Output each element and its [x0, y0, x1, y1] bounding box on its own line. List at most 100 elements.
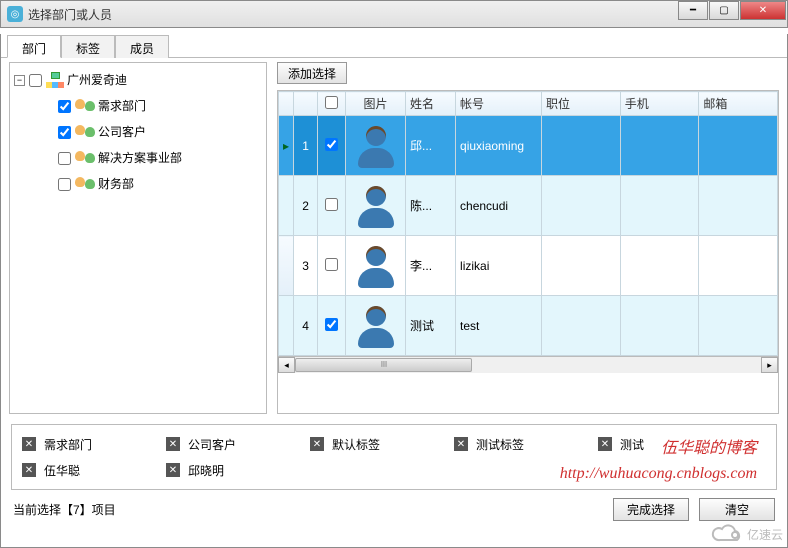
- tab-member[interactable]: 成员: [115, 35, 169, 58]
- tree-panel: − 广州爱奇迪 需求部门 公司客户: [9, 62, 267, 414]
- tag-chip: ✕ 邱晓明: [166, 457, 310, 483]
- scroll-right-icon[interactable]: ▸: [761, 357, 778, 373]
- row-checkbox[interactable]: [325, 198, 338, 211]
- tree-check[interactable]: [58, 152, 71, 165]
- cell-email: [699, 296, 778, 356]
- scroll-track[interactable]: [295, 357, 761, 373]
- close-button[interactable]: ✕: [740, 1, 786, 20]
- tree-item[interactable]: 公司客户: [14, 119, 262, 145]
- tag-chip: ✕默认标签: [310, 431, 454, 457]
- tag-label: 测试标签: [476, 436, 524, 453]
- selection-status: 当前选择【7】项目: [13, 501, 603, 518]
- tag-chip: ✕ 公司客户: [166, 431, 310, 457]
- col-name[interactable]: 姓名: [406, 92, 456, 116]
- tree-root-check[interactable]: [29, 74, 42, 87]
- cell-position: [542, 296, 621, 356]
- people-icon: [75, 149, 95, 167]
- avatar-icon: [356, 244, 396, 288]
- tag-chip: ✕测试: [598, 431, 742, 457]
- cell-name: 李...: [406, 236, 456, 296]
- table-row[interactable]: 3 李... lizikai: [279, 236, 778, 296]
- scroll-thumb[interactable]: [295, 358, 472, 372]
- handle-header: [279, 92, 294, 116]
- member-grid: 图片 姓名 帐号 职位 手机 邮箱 1: [277, 90, 779, 414]
- tag-label: 邱晓明: [188, 462, 224, 479]
- selected-tags-panel: ✕需求部门 ✕公司客户 ✕默认标签 ✕测试标签 ✕测试 ✕伍华聪 ✕邱晓明: [11, 424, 777, 490]
- window-content: 部门 标签 成员 − 广州爱奇迪 需求部门: [0, 34, 788, 548]
- table-row[interactable]: 1 邱... qiuxiaoming: [279, 116, 778, 176]
- col-image[interactable]: 图片: [346, 92, 406, 116]
- row-checkbox[interactable]: [325, 138, 338, 151]
- tree-item-label: 公司客户: [98, 120, 146, 144]
- row-number: 1: [294, 116, 318, 176]
- cell-email: [699, 236, 778, 296]
- tree-item-label: 解决方案事业部: [98, 146, 182, 170]
- tab-tag[interactable]: 标签: [61, 35, 115, 58]
- col-account[interactable]: 帐号: [456, 92, 542, 116]
- tag-remove-icon[interactable]: ✕: [454, 437, 468, 451]
- cell-email: [699, 176, 778, 236]
- tree-check[interactable]: [58, 100, 71, 113]
- cell-email: [699, 116, 778, 176]
- minimize-button[interactable]: ━: [678, 1, 708, 20]
- cell-name: 邱...: [406, 116, 456, 176]
- tag-remove-icon[interactable]: ✕: [22, 463, 36, 477]
- row-number: 2: [294, 176, 318, 236]
- tab-department[interactable]: 部门: [7, 35, 61, 58]
- cell-account: lizikai: [456, 236, 542, 296]
- cell-position: [542, 116, 621, 176]
- people-icon: [75, 123, 95, 141]
- tree-check[interactable]: [58, 126, 71, 139]
- tree-item[interactable]: 解决方案事业部: [14, 145, 262, 171]
- org-icon: [46, 72, 64, 88]
- tag-remove-icon[interactable]: ✕: [22, 437, 36, 451]
- tree-root-label: 广州爱奇迪: [67, 68, 127, 92]
- window-titlebar: ◎ 选择部门或人员 ━ ▢ ✕: [0, 0, 788, 28]
- tree-root[interactable]: − 广州爱奇迪: [14, 67, 262, 93]
- row-checkbox[interactable]: [325, 318, 338, 331]
- col-email[interactable]: 邮箱: [699, 92, 778, 116]
- row-number: 4: [294, 296, 318, 356]
- window-controls: ━ ▢ ✕: [678, 1, 787, 27]
- scroll-left-icon[interactable]: ◂: [278, 357, 295, 373]
- tag-label: 公司客户: [188, 436, 236, 453]
- tag-remove-icon[interactable]: ✕: [166, 463, 180, 477]
- cell-account: test: [456, 296, 542, 356]
- people-icon: [75, 97, 95, 115]
- row-indicator-icon: [279, 296, 294, 356]
- table-row[interactable]: 2 陈... chencudi: [279, 176, 778, 236]
- footer: 当前选择【7】项目 完成选择 清空: [1, 490, 787, 529]
- tree-check[interactable]: [58, 178, 71, 191]
- row-number: 3: [294, 236, 318, 296]
- brand-text: 亿速云: [747, 526, 783, 543]
- cell-position: [542, 176, 621, 236]
- select-all-checkbox[interactable]: [325, 96, 338, 109]
- cell-position: [542, 236, 621, 296]
- cell-phone: [620, 176, 699, 236]
- tree-item[interactable]: 需求部门: [14, 93, 262, 119]
- window-title: 选择部门或人员: [28, 6, 678, 23]
- checkall-header[interactable]: [318, 92, 346, 116]
- horizontal-scrollbar[interactable]: ◂ ▸: [278, 356, 778, 373]
- app-icon: ◎: [7, 6, 23, 22]
- tree-item[interactable]: 财务部: [14, 171, 262, 197]
- add-selection-button[interactable]: 添加选择: [277, 62, 347, 84]
- col-phone[interactable]: 手机: [620, 92, 699, 116]
- tag-remove-icon[interactable]: ✕: [310, 437, 324, 451]
- expand-icon[interactable]: −: [14, 75, 25, 86]
- row-checkbox[interactable]: [325, 258, 338, 271]
- tag-chip: ✕需求部门: [22, 431, 166, 457]
- cell-name: 陈...: [406, 176, 456, 236]
- cell-phone: [620, 236, 699, 296]
- col-position[interactable]: 职位: [542, 92, 621, 116]
- cell-phone: [620, 296, 699, 356]
- finish-button[interactable]: 完成选择: [613, 498, 689, 521]
- row-indicator-icon: [279, 176, 294, 236]
- table-row[interactable]: 4 测试 test: [279, 296, 778, 356]
- cell-account: qiuxiaoming: [456, 116, 542, 176]
- maximize-button[interactable]: ▢: [709, 1, 739, 20]
- tab-strip: 部门 标签 成员: [1, 34, 787, 58]
- tag-remove-icon[interactable]: ✕: [166, 437, 180, 451]
- clear-button[interactable]: 清空: [699, 498, 775, 521]
- tag-remove-icon[interactable]: ✕: [598, 437, 612, 451]
